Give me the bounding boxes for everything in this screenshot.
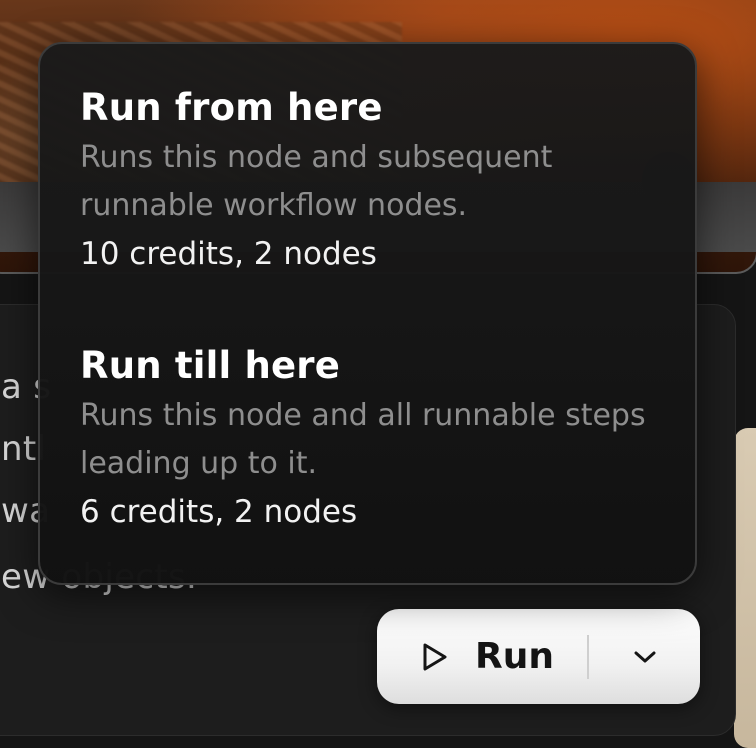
menu-item-title: Run till here bbox=[80, 344, 341, 387]
menu-item-description: Runs this node and all runnable steps le… bbox=[80, 398, 646, 481]
run-options-menu: Run from here Runs this node and subsequ… bbox=[38, 42, 697, 585]
adjacent-node-edge bbox=[734, 428, 756, 748]
menu-item-cost: 6 credits, 2 nodes bbox=[80, 494, 358, 530]
run-split-button: Run bbox=[377, 609, 700, 704]
menu-item-title: Run from here bbox=[80, 86, 383, 129]
menu-item-cost: 10 credits, 2 nodes bbox=[80, 236, 377, 272]
run-button-label: Run bbox=[475, 636, 554, 677]
run-button[interactable]: Run bbox=[377, 609, 587, 704]
menu-item-run-from-here[interactable]: Run from here Runs this node and subsequ… bbox=[80, 86, 660, 276]
run-options-toggle[interactable] bbox=[589, 609, 700, 704]
chevron-down-icon bbox=[634, 651, 655, 662]
play-icon bbox=[423, 643, 447, 670]
menu-item-description: Runs this node and subsequent runnable w… bbox=[80, 140, 553, 223]
menu-item-run-till-here[interactable]: Run till here Runs this node and all run… bbox=[80, 344, 660, 534]
